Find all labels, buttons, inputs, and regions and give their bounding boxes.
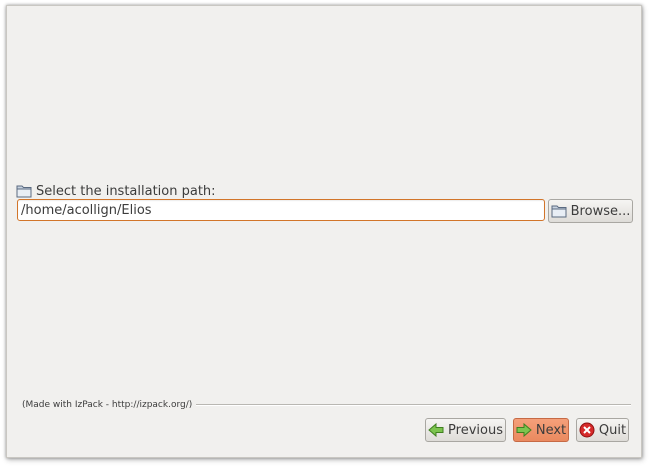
- browse-button[interactable]: Browse...: [548, 199, 633, 223]
- folder-icon: [551, 203, 567, 219]
- quit-button[interactable]: Quit: [576, 418, 629, 442]
- installer-window: Select the installation path: Browse... …: [6, 5, 642, 458]
- arrow-right-icon: [516, 422, 532, 438]
- next-button[interactable]: Next: [513, 418, 569, 442]
- installation-path-input[interactable]: [17, 199, 545, 221]
- path-label: Select the installation path:: [36, 183, 216, 199]
- arrow-left-icon: [428, 422, 444, 438]
- path-label-row: Select the installation path:: [16, 182, 216, 200]
- footer-separator: [196, 404, 631, 406]
- folder-icon: [16, 184, 32, 198]
- quit-button-label: Quit: [598, 422, 627, 438]
- previous-button[interactable]: Previous: [425, 418, 506, 442]
- next-button-label: Next: [535, 422, 567, 438]
- previous-button-label: Previous: [448, 422, 503, 438]
- browse-button-label: Browse...: [570, 203, 631, 219]
- close-circle-icon: [579, 422, 595, 438]
- footer-row: (Made with IzPack - http://izpack.org/): [22, 398, 631, 412]
- made-with-izpack-text: (Made with IzPack - http://izpack.org/): [22, 400, 193, 410]
